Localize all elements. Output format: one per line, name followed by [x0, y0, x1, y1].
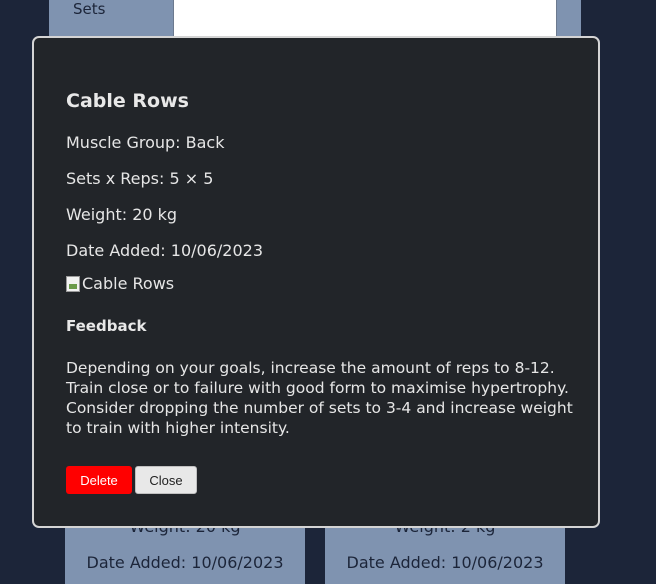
exercise-card-date: Date Added: 10/06/2023	[86, 553, 284, 572]
page: Sets Weight: 20 kg Date Added: 10/06/202…	[0, 0, 656, 584]
weight-text: Weight: 20 kg	[66, 205, 178, 224]
delete-button[interactable]: Delete	[66, 466, 132, 494]
broken-image-icon	[66, 275, 80, 292]
feedback-heading: Feedback	[66, 317, 147, 335]
modal-title: Cable Rows	[66, 90, 189, 112]
feedback-text: Depending on your goals, increase the am…	[66, 359, 573, 437]
exercise-card-date: Date Added: 10/06/2023	[346, 553, 544, 572]
exercise-details-modal: Cable Rows Muscle Group: Back Sets x Rep…	[32, 36, 600, 528]
close-button[interactable]: Close	[135, 466, 197, 494]
muscle-group-text: Muscle Group: Back	[66, 133, 225, 152]
exercise-image-alt: Cable Rows	[82, 274, 175, 293]
date-added-text: Date Added: 10/06/2023	[66, 241, 263, 260]
exercise-image: Cable Rows	[66, 274, 174, 293]
sets-reps-text: Sets x Reps: 5 × 5	[66, 169, 214, 188]
sets-label: Sets	[73, 0, 106, 18]
